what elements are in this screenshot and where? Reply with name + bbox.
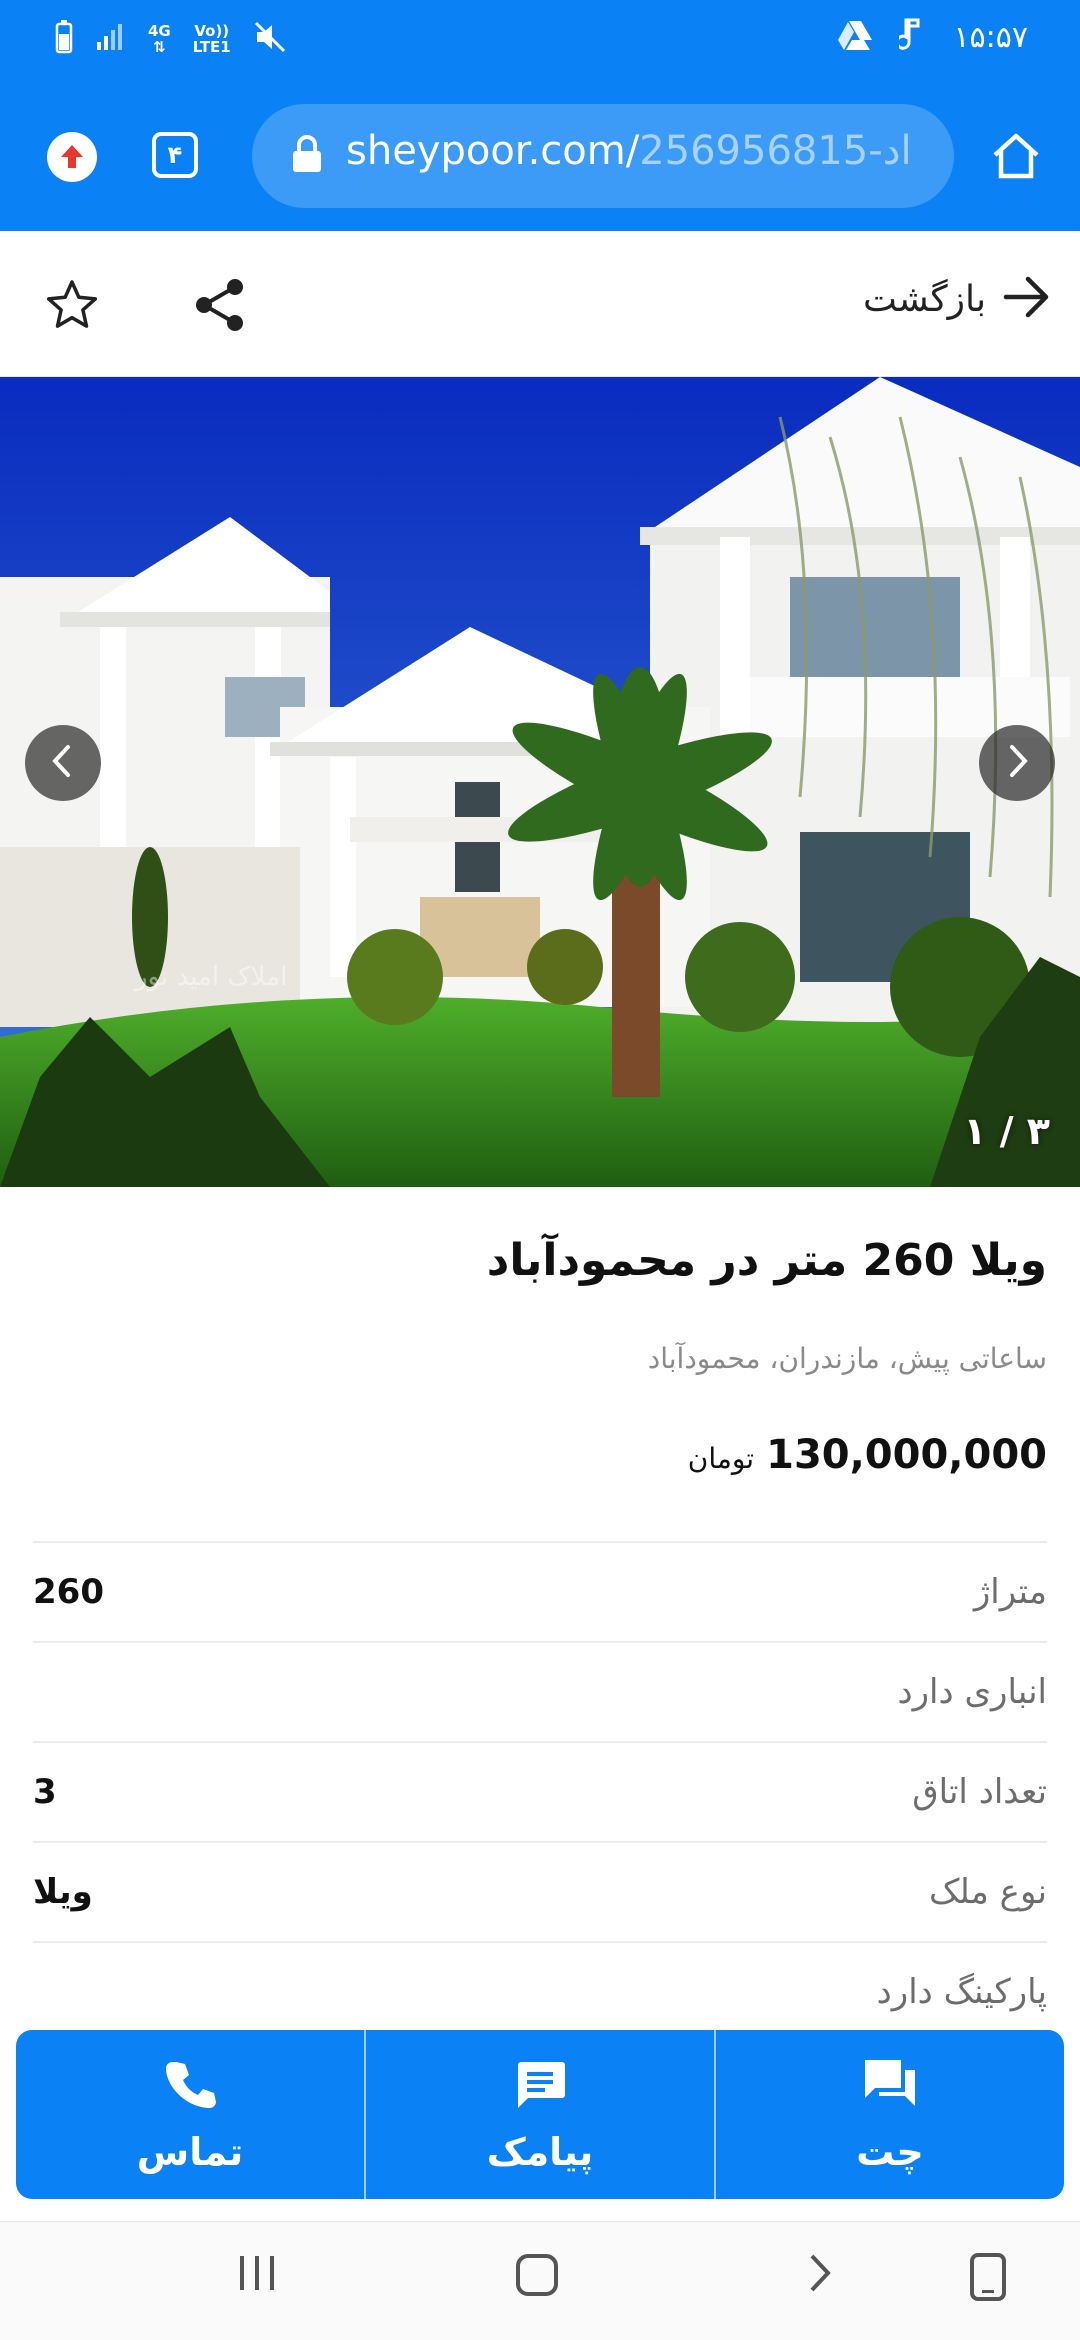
home-square-icon <box>514 2252 560 2302</box>
device-button[interactable] <box>968 2252 1008 2306</box>
call-label: تماس <box>136 2129 244 2174</box>
gallery-next-button[interactable] <box>979 725 1055 801</box>
attribute-value: 260 <box>33 1572 104 1612</box>
tabs-button[interactable]: ۴ <box>152 132 198 178</box>
battery-icon <box>54 20 74 58</box>
chevron-right-icon <box>1002 743 1032 783</box>
url-path: 256956815-اد <box>639 128 912 174</box>
price-unit: تومان <box>687 1442 755 1475</box>
favorite-button[interactable] <box>45 278 99 336</box>
sms-label: پیامک <box>486 2129 594 2174</box>
recent-apps-button[interactable] <box>236 2252 278 2298</box>
mute-icon <box>253 20 287 58</box>
attribute-label: متراژ <box>973 1572 1047 1612</box>
share-icon <box>194 279 246 337</box>
attribute-label: پارکینگ دارد <box>876 1972 1047 2012</box>
volte-indicator: Vo)) LTE1 <box>193 23 231 55</box>
phone-icon <box>162 2056 218 2116</box>
listing-price: 130,000,000 تومان <box>688 1432 1047 1478</box>
chat-icon <box>861 2056 919 2116</box>
phone-outline-icon <box>968 2252 1008 2306</box>
browser-bar: ۴ sheypoor.com/256956815-اد <box>0 80 1080 231</box>
attribute-label: انباری دارد <box>897 1672 1047 1712</box>
home-button[interactable] <box>990 130 1042 186</box>
lock-icon <box>290 134 324 178</box>
contact-actions: تماس پیامک چت <box>16 2030 1064 2199</box>
status-bar: 4G ⇅ Vo)) LTE1 ۱۵:۵۷ <box>0 0 1080 80</box>
url-bar[interactable]: sheypoor.com/256956815-اد <box>252 104 954 208</box>
chevron-right-icon <box>800 2252 838 2298</box>
attribute-row-property-type: نوع ملک ویلا <box>33 1841 1047 1941</box>
url-text: sheypoor.com/256956815-اد <box>346 128 912 174</box>
price-value: 130,000,000 <box>766 1432 1047 1478</box>
contact-action-bar: تماس پیامک چت <box>0 2014 1080 2221</box>
home-icon <box>990 130 1042 186</box>
star-icon <box>45 280 99 336</box>
chat-label: چت <box>856 2129 924 2174</box>
back-system-button[interactable] <box>800 2252 838 2298</box>
gallery-prev-button[interactable] <box>25 725 101 801</box>
attribute-row-area: متراژ 260 <box>33 1541 1047 1641</box>
attribute-value: 3 <box>33 1772 57 1812</box>
listing-details: ویلا 260 متر در محمودآباد ساعاتی پیش، ما… <box>0 1187 1080 2027</box>
home-system-button[interactable] <box>514 2252 560 2302</box>
listing-photo-gallery[interactable]: املاک امید نور ۱ / ۳ <box>0 377 1080 1187</box>
listing-title: ویلا 260 متر در محمودآباد <box>486 1235 1047 1286</box>
listing-meta: ساعاتی پیش، مازندران، محمودآباد <box>647 1342 1047 1375</box>
sms-button[interactable]: پیامک <box>364 2030 714 2199</box>
attribute-row-storage: انباری دارد <box>33 1641 1047 1741</box>
attribute-value: ویلا <box>33 1872 93 1912</box>
status-time: ۱۵:۵۷ <box>953 19 1028 55</box>
network-arrows-icon: ⇅ <box>153 38 166 56</box>
attribute-label: تعداد اتاق <box>912 1772 1047 1812</box>
network-type: 4G <box>148 22 171 40</box>
share-button[interactable] <box>194 277 246 337</box>
tabs-icon: ۴ <box>152 132 198 178</box>
back-button[interactable]: بازگشت <box>863 275 1052 323</box>
system-navigation-bar <box>0 2221 1080 2340</box>
attributes-list: متراژ 260 انباری دارد تعداد اتاق 3 نوع م… <box>33 1541 1047 2041</box>
volte-label: Vo)) <box>194 22 230 40</box>
music-note-icon <box>895 18 927 56</box>
tab-count: ۴ <box>167 141 183 169</box>
url-domain: sheypoor.com/ <box>346 128 640 174</box>
chevron-left-icon <box>48 743 78 783</box>
back-label: بازگشت <box>863 278 986 320</box>
page-header: بازگشت <box>0 231 1080 377</box>
message-icon <box>512 2056 568 2116</box>
photo-watermark: املاک امید نور <box>135 962 288 992</box>
gallery-counter: ۱ / ۳ <box>963 1109 1050 1153</box>
status-right-group: ۱۵:۵۷ <box>837 18 1028 56</box>
drive-icon <box>837 19 873 55</box>
network-indicator: 4G ⇅ <box>148 23 171 55</box>
attribute-label: نوع ملک <box>928 1872 1047 1912</box>
chat-button[interactable]: چت <box>714 2030 1064 2199</box>
top-bar: 4G ⇅ Vo)) LTE1 ۱۵:۵۷ ۴ sheypoor.com/2569… <box>0 0 1080 231</box>
recent-apps-icon <box>236 2252 278 2298</box>
back-arrow-icon <box>1002 275 1052 323</box>
call-button[interactable]: تماس <box>16 2030 364 2199</box>
villa-photo <box>0 377 1080 1187</box>
upload-icon <box>47 132 97 182</box>
lte-label: LTE1 <box>192 38 231 56</box>
signal-icon <box>96 22 126 56</box>
status-left-group: 4G ⇅ Vo)) LTE1 <box>54 20 287 58</box>
upload-button[interactable] <box>47 132 97 182</box>
attribute-row-rooms: تعداد اتاق 3 <box>33 1741 1047 1841</box>
